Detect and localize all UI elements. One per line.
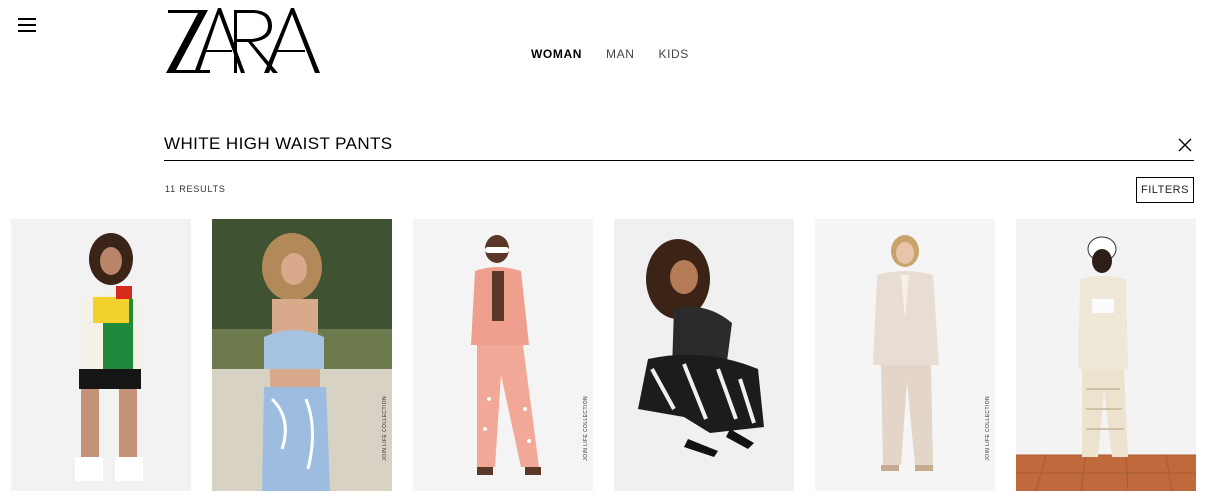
close-icon[interactable] bbox=[1178, 138, 1192, 152]
product-card[interactable]: JOIN LIFE COLLECTION bbox=[413, 219, 593, 491]
main-nav: WOMAN MAN KIDS bbox=[531, 47, 689, 61]
product-card[interactable] bbox=[614, 219, 794, 491]
search-input[interactable] bbox=[164, 132, 1144, 156]
product-image bbox=[212, 219, 392, 491]
product-image bbox=[815, 219, 995, 491]
nav-kids[interactable]: KIDS bbox=[658, 47, 688, 61]
product-collection-label: JOIN LIFE COLLECTION bbox=[382, 396, 388, 461]
search-bar bbox=[164, 128, 1194, 161]
product-grid: JOIN LIFE COLLECTION JOIN LIFE COLLECTIO… bbox=[11, 219, 1196, 491]
product-image bbox=[614, 219, 794, 491]
product-image bbox=[1016, 219, 1196, 491]
nav-man[interactable]: MAN bbox=[606, 47, 634, 61]
product-collection-label: JOIN LIFE COLLECTION bbox=[583, 396, 589, 461]
product-card[interactable] bbox=[1016, 219, 1196, 491]
filters-button[interactable]: FILTERS bbox=[1136, 177, 1194, 203]
product-card[interactable]: JOIN LIFE COLLECTION bbox=[815, 219, 995, 491]
product-card[interactable] bbox=[11, 219, 191, 491]
product-image bbox=[413, 219, 593, 491]
hamburger-menu-icon[interactable] bbox=[18, 17, 36, 33]
zara-logo[interactable] bbox=[164, 6, 320, 74]
results-count: 11 RESULTS bbox=[165, 184, 226, 194]
product-collection-label: JOIN LIFE COLLECTION bbox=[985, 396, 991, 461]
product-card[interactable]: JOIN LIFE COLLECTION bbox=[212, 219, 392, 491]
nav-woman[interactable]: WOMAN bbox=[531, 47, 582, 61]
product-image bbox=[11, 219, 191, 491]
